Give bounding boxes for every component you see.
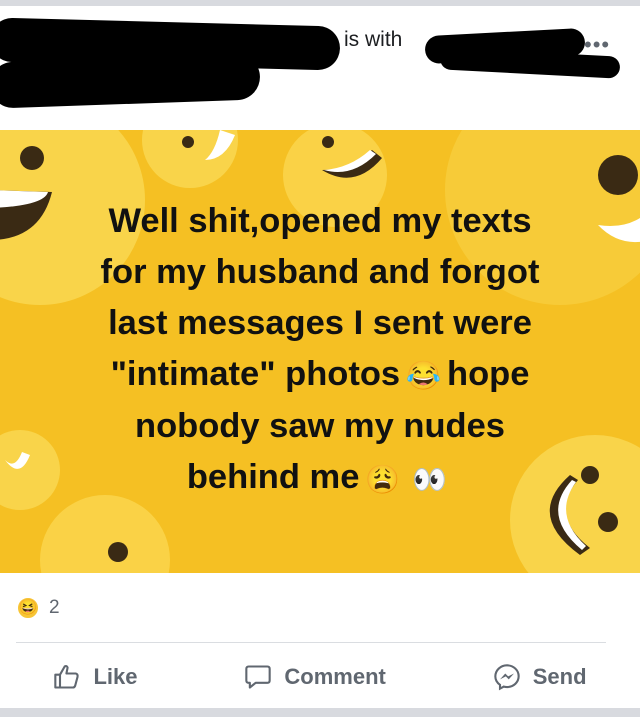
like-label: Like bbox=[93, 664, 138, 689]
comment-label: Comment bbox=[284, 664, 386, 689]
post-text-line: for my husband and forgot bbox=[100, 253, 540, 291]
divider bbox=[16, 642, 606, 643]
post-text-line: behind me 😩 👀 bbox=[20, 452, 620, 504]
send-label: Send bbox=[532, 664, 587, 689]
post-text: Well shit,opened my texts for my husband… bbox=[20, 196, 620, 505]
post-activity-text: is with bbox=[344, 28, 403, 51]
messenger-icon bbox=[494, 664, 520, 691]
post-text-line: last messages I sent were bbox=[108, 304, 532, 342]
post-header: is with ••• bbox=[0, 6, 640, 130]
post-text-segment: hope bbox=[447, 355, 530, 393]
post-text-line: Well shit,opened my texts bbox=[108, 202, 532, 240]
send-button[interactable]: Send bbox=[493, 657, 587, 697]
action-bar: Like Comment Send bbox=[0, 657, 640, 697]
eyes-emoji-icon: 👀 bbox=[412, 463, 448, 495]
reaction-summary[interactable]: 😆 2 bbox=[16, 593, 60, 623]
laughing-face-decoration bbox=[142, 130, 238, 188]
redaction-mark bbox=[0, 53, 261, 109]
post-image[interactable]: Well shit,opened my texts for my husband… bbox=[0, 130, 640, 573]
post-text-line: "intimate" photos 😂 hope bbox=[20, 349, 620, 401]
post-text-segment: behind me bbox=[186, 458, 360, 497]
comment-button[interactable]: Comment bbox=[244, 657, 386, 697]
weary-emoji-icon: 😩 bbox=[365, 463, 401, 495]
haha-reaction-icon: 😆 bbox=[16, 596, 40, 620]
bottom-divider bbox=[0, 708, 640, 717]
like-button[interactable]: Like bbox=[53, 657, 137, 697]
reaction-count: 2 bbox=[49, 597, 60, 618]
post-text-line: nobody saw my nudes bbox=[135, 407, 505, 446]
post-text-segment: "intimate" photos bbox=[110, 355, 401, 393]
comment-icon bbox=[245, 665, 272, 689]
more-icon[interactable]: ••• bbox=[584, 32, 610, 58]
laughing-emoji-icon: 😂 bbox=[406, 360, 441, 392]
laughing-face-decoration bbox=[40, 495, 170, 573]
thumbs-up-icon bbox=[54, 665, 80, 689]
